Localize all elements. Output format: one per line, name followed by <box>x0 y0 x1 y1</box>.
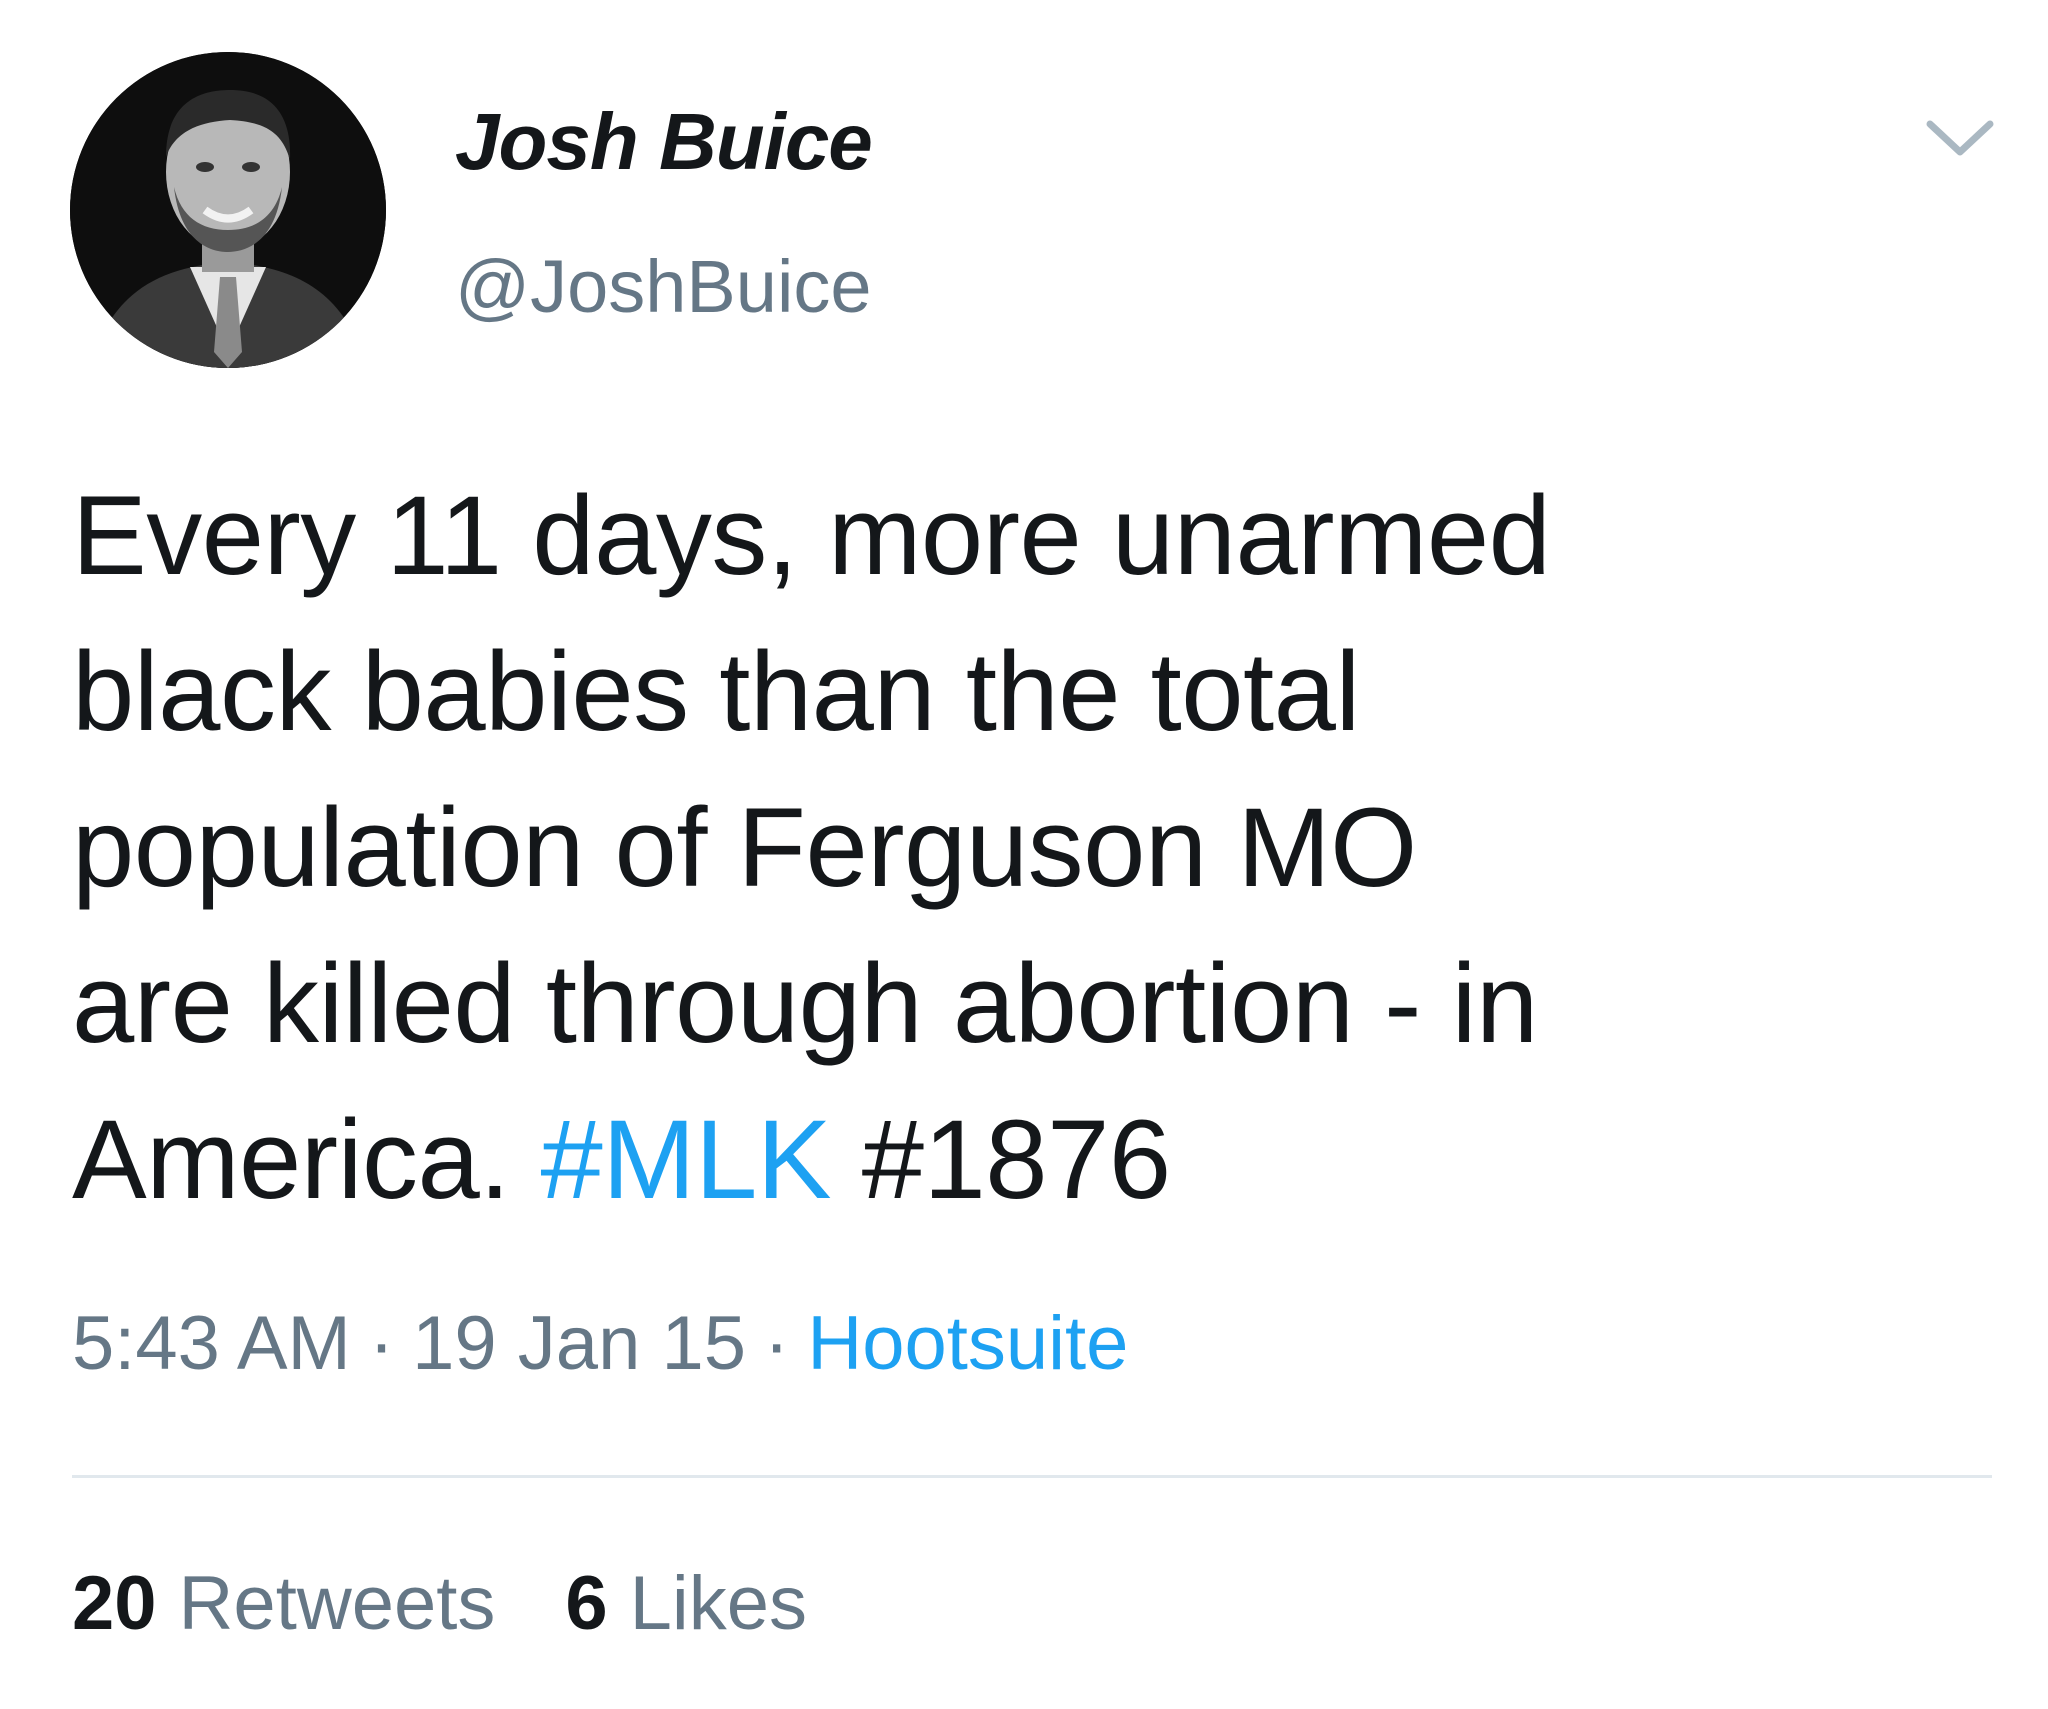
tweet-text-line: black babies than the total <box>72 629 1360 754</box>
retweets-stat[interactable]: 20 Retweets <box>72 1560 495 1647</box>
tweet-date[interactable]: 19 Jan 15 <box>412 1301 746 1386</box>
divider <box>72 1475 1992 1478</box>
tweet-text-line-last: America. #MLK #1876 <box>72 1082 1972 1238</box>
display-name[interactable]: Josh Buice <box>455 96 873 188</box>
tweet-text-line: Every 11 days, more unarmed <box>72 473 1551 598</box>
retweets-label: Retweets <box>178 1561 496 1646</box>
likes-stat[interactable]: 6 Likes <box>565 1560 807 1647</box>
tweet-stats: 20 Retweets 6 Likes <box>72 1560 877 1647</box>
meta-separator: · <box>368 1301 395 1386</box>
likes-count: 6 <box>565 1561 608 1646</box>
tweet-source-link[interactable]: Hootsuite <box>807 1301 1128 1386</box>
meta-separator: · <box>764 1301 790 1386</box>
user-handle[interactable]: @JoshBuice <box>455 244 872 329</box>
likes-label: Likes <box>629 1561 808 1646</box>
retweets-count: 20 <box>72 1561 157 1646</box>
tweet-time[interactable]: 5:43 AM <box>72 1301 351 1386</box>
profile-photo-icon <box>70 52 386 368</box>
tweet-text-line: population of Ferguson MO <box>72 785 1417 910</box>
hashtag-text: #1876 <box>861 1097 1171 1222</box>
tweet-text-segment: America. <box>72 1097 510 1222</box>
tweet-text: Every 11 days, more unarmed black babies… <box>72 458 1972 1238</box>
chevron-down-icon[interactable] <box>1920 110 2000 170</box>
tweet-text-line: are killed through abortion - in <box>72 941 1538 1066</box>
tweet-meta: 5:43 AM · 19 Jan 15 · Hootsuite <box>72 1300 1128 1387</box>
tweet-card: Josh Buice @JoshBuice Every 11 days, mor… <box>0 0 2048 1709</box>
hashtag-link[interactable]: #MLK <box>541 1097 832 1222</box>
avatar[interactable] <box>70 52 386 368</box>
